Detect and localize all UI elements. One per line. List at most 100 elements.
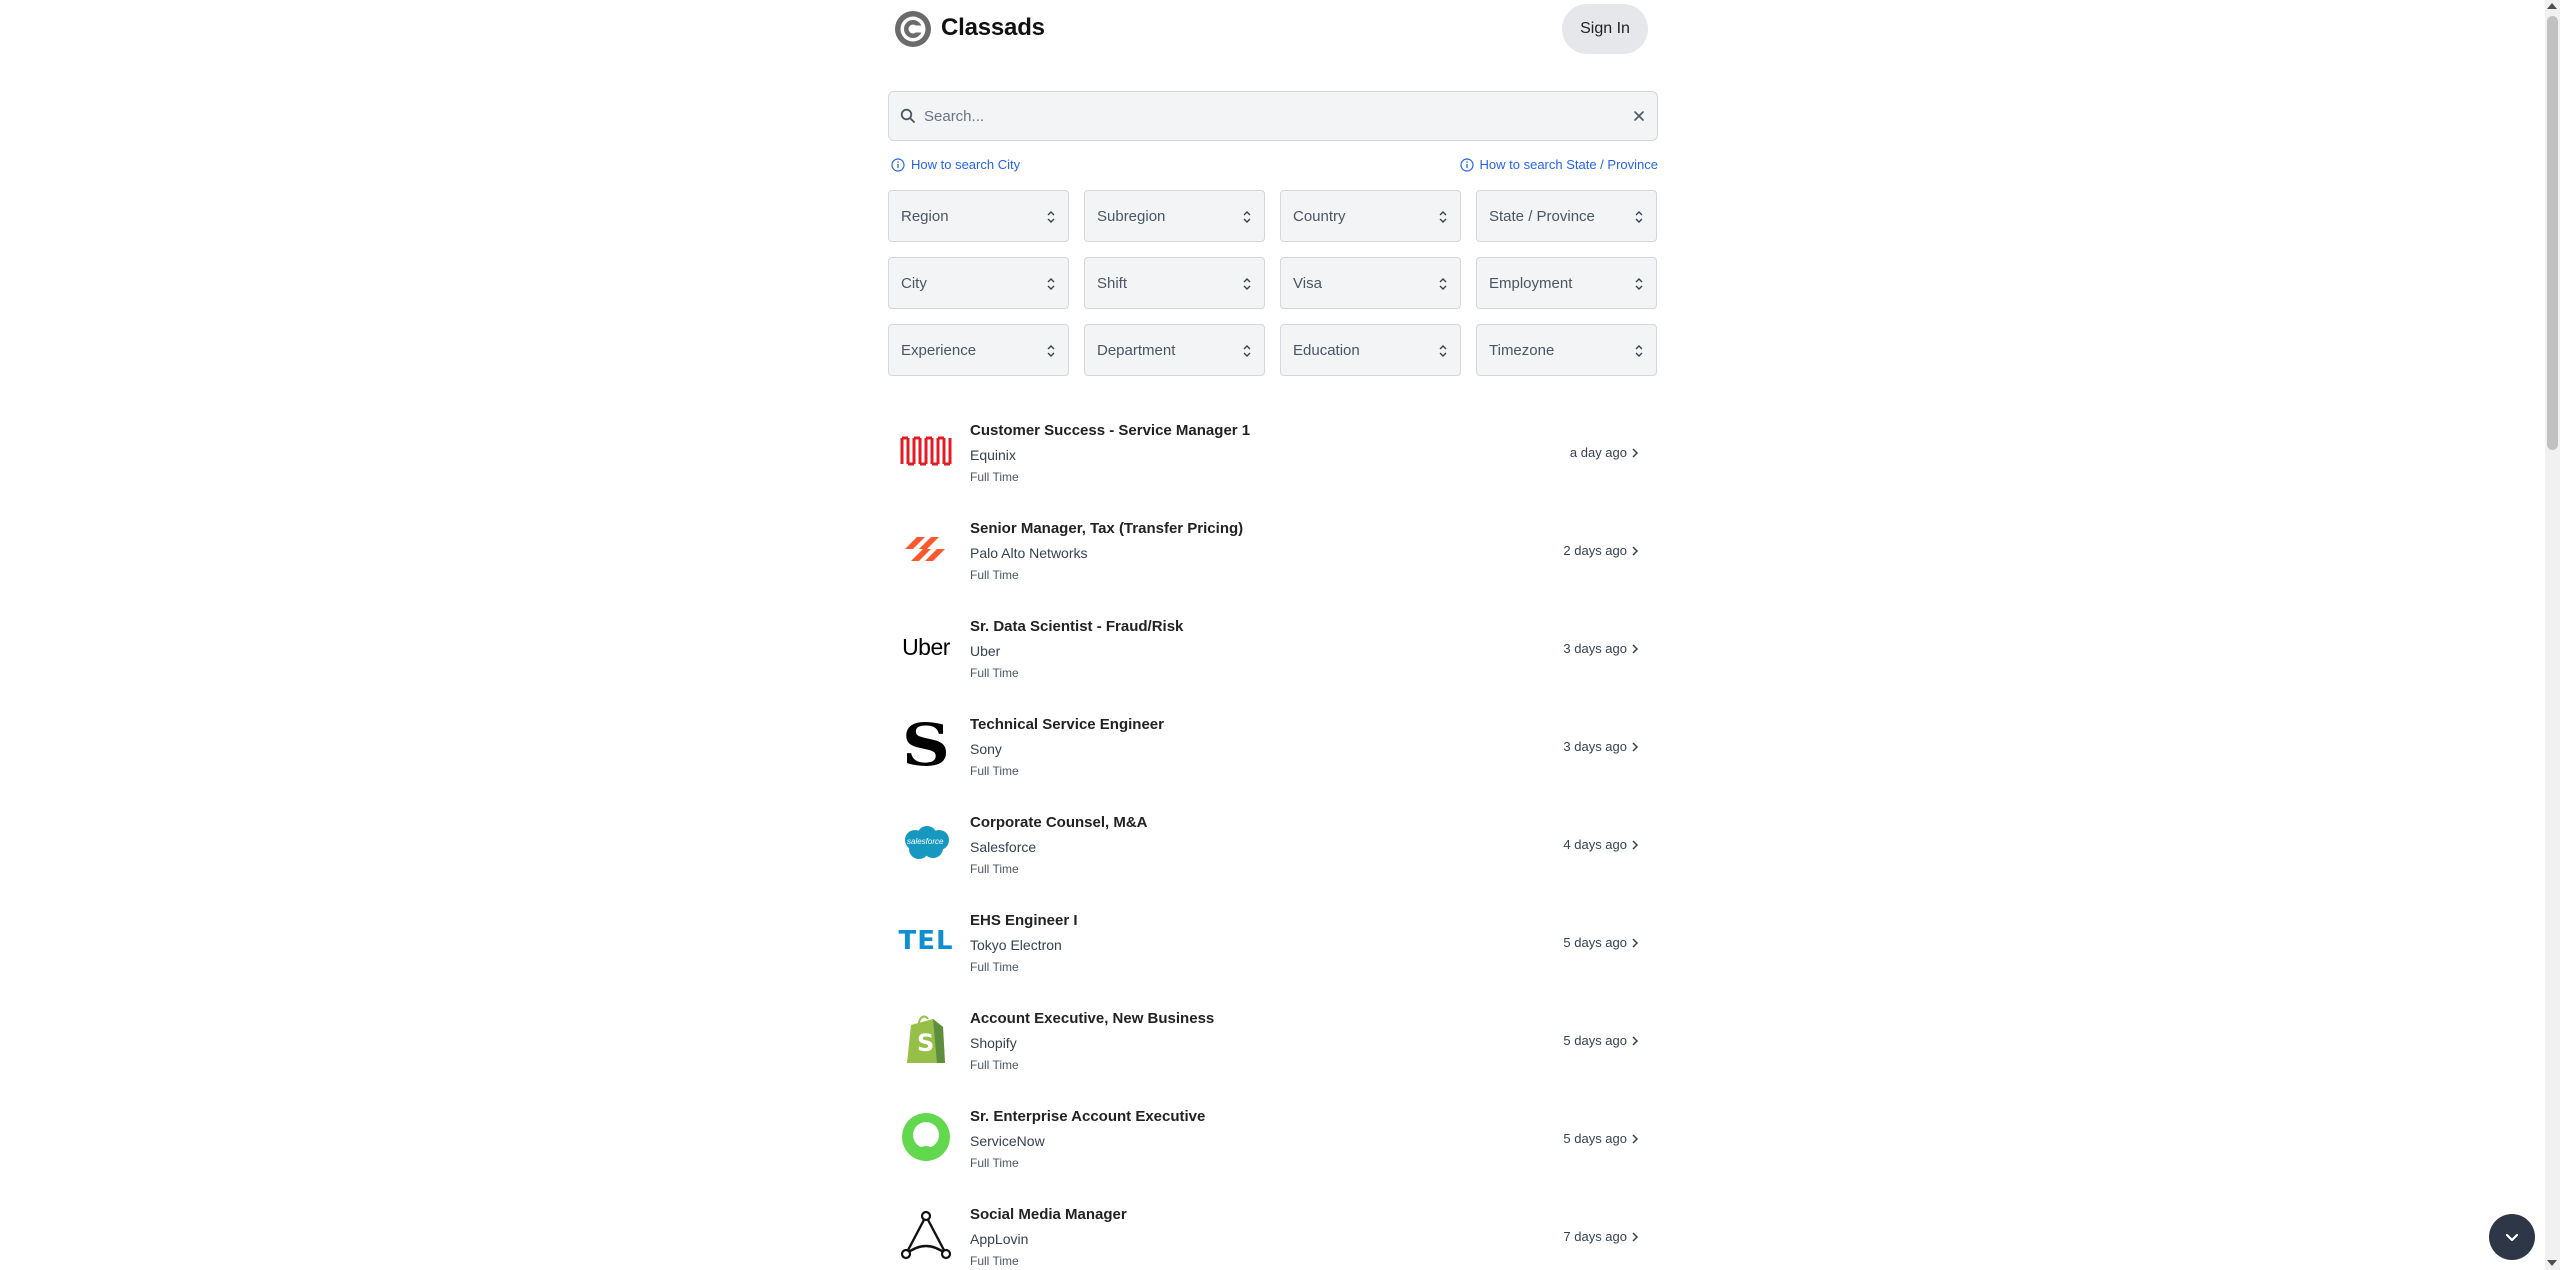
- filter-label: Employment: [1489, 275, 1573, 292]
- servicenow-logo-icon: [900, 1111, 952, 1163]
- filter-label: Education: [1293, 342, 1360, 359]
- filter-timezone[interactable]: Timezone: [1476, 324, 1657, 376]
- job-company: Shopify: [970, 1035, 1017, 1051]
- filter-state-province[interactable]: State / Province: [1476, 190, 1657, 242]
- scrollbar-thumb[interactable]: [2547, 16, 2558, 450]
- job-type: Full Time: [970, 1254, 1019, 1268]
- job-title[interactable]: Senior Manager, Tax (Transfer Pricing): [970, 520, 1243, 537]
- job-type: Full Time: [970, 862, 1019, 876]
- job-list: Customer Success - Service Manager 1 Equ…: [888, 405, 1658, 1270]
- filter-grid: Region Subregion Country State / Provinc…: [888, 190, 1658, 376]
- scroll-down-button[interactable]: [2489, 1214, 2535, 1260]
- shopify-logo-icon: S: [900, 1013, 952, 1065]
- job-title[interactable]: EHS Engineer I: [970, 912, 1078, 929]
- filter-employment[interactable]: Employment: [1476, 257, 1657, 309]
- chevron-up-down-icon: [1439, 278, 1447, 290]
- chevron-up-down-icon: [1243, 278, 1251, 290]
- info-icon: [891, 157, 905, 172]
- chevron-right-icon: [1632, 1134, 1639, 1144]
- page-scrollbar[interactable]: [2545, 0, 2560, 1270]
- job-posted-age: 5 days ago: [1563, 935, 1627, 950]
- filter-department[interactable]: Department: [1084, 324, 1265, 376]
- job-title[interactable]: Social Media Manager: [970, 1206, 1127, 1223]
- filter-label: City: [901, 275, 927, 292]
- chevron-up-down-icon: [1243, 211, 1251, 223]
- brand-name[interactable]: Classads: [941, 14, 1045, 42]
- filter-city[interactable]: City: [888, 257, 1069, 309]
- help-link-city-label[interactable]: How to search City: [911, 157, 1020, 172]
- filter-label: Country: [1293, 208, 1346, 225]
- job-row[interactable]: TEL EHS Engineer I Tokyo Electron Full T…: [888, 895, 1658, 993]
- page-container: Classads Sign In How to search City How …: [888, 0, 1658, 1268]
- job-company: Salesforce: [970, 839, 1037, 855]
- job-title[interactable]: Sr. Enterprise Account Executive: [970, 1108, 1205, 1125]
- search-icon: [900, 108, 915, 123]
- job-title[interactable]: Account Executive, New Business: [970, 1010, 1214, 1027]
- job-title[interactable]: Corporate Counsel, M&A: [970, 814, 1148, 831]
- job-type: Full Time: [970, 470, 1019, 484]
- job-type: Full Time: [970, 568, 1019, 582]
- job-row[interactable]: Sr. Enterprise Account Executive Service…: [888, 1091, 1658, 1189]
- job-posted-age: 5 days ago: [1563, 1033, 1627, 1048]
- filter-label: Department: [1097, 342, 1176, 359]
- help-link-state[interactable]: How to search State / Province: [1459, 157, 1658, 172]
- chevron-right-icon: [1632, 546, 1639, 556]
- job-type: Full Time: [970, 1156, 1019, 1170]
- chevron-up-down-icon: [1635, 211, 1643, 223]
- filter-label: Experience: [901, 342, 977, 359]
- chevron-right-icon: [1632, 840, 1639, 850]
- job-row[interactable]: Social Media Manager AppLovin Full Time …: [888, 1189, 1658, 1270]
- chevron-up-down-icon: [1439, 345, 1447, 357]
- job-row[interactable]: Uber Sr. Data Scientist - Fraud/Risk Ube…: [888, 601, 1658, 699]
- palo-alto-logo-icon: [900, 523, 952, 575]
- chevron-up-down-icon: [1047, 345, 1055, 357]
- search-input[interactable]: [924, 92, 1604, 140]
- scroll-up-arrow-icon[interactable]: [2547, 3, 2557, 9]
- chevron-up-down-icon: [1635, 278, 1643, 290]
- job-company: ServiceNow: [970, 1133, 1045, 1149]
- job-type: Full Time: [970, 666, 1019, 680]
- job-title[interactable]: Customer Success - Service Manager 1: [970, 422, 1250, 439]
- job-company: Sony: [970, 741, 1002, 757]
- chevron-up-down-icon: [1635, 345, 1643, 357]
- filter-country[interactable]: Country: [1280, 190, 1461, 242]
- job-row[interactable]: S Account Executive, New Business Shopif…: [888, 993, 1658, 1091]
- job-row[interactable]: Senior Manager, Tax (Transfer Pricing) P…: [888, 503, 1658, 601]
- search-bar[interactable]: [888, 91, 1658, 141]
- filter-shift[interactable]: Shift: [1084, 257, 1265, 309]
- uber-logo-icon: Uber: [902, 633, 950, 660]
- filter-label: Region: [901, 208, 949, 225]
- filter-label: Subregion: [1097, 208, 1166, 225]
- job-row[interactable]: salesforce Corporate Counsel, M&A Salesf…: [888, 797, 1658, 895]
- job-title[interactable]: Sr. Data Scientist - Fraud/Risk: [970, 618, 1183, 635]
- sign-in-button[interactable]: Sign In: [1562, 4, 1648, 54]
- chevron-up-down-icon: [1243, 345, 1251, 357]
- help-link-state-label[interactable]: How to search State / Province: [1480, 157, 1658, 172]
- info-icon: [1459, 157, 1474, 172]
- job-row[interactable]: S Technical Service Engineer Sony Full T…: [888, 699, 1658, 797]
- filter-label: Visa: [1293, 275, 1322, 292]
- job-row[interactable]: Customer Success - Service Manager 1 Equ…: [888, 405, 1658, 503]
- filter-visa[interactable]: Visa: [1280, 257, 1461, 309]
- job-company: Tokyo Electron: [970, 937, 1062, 953]
- equinix-logo-icon: [900, 425, 952, 477]
- classads-logo-icon[interactable]: [894, 10, 932, 48]
- job-type: Full Time: [970, 960, 1019, 974]
- filter-subregion[interactable]: Subregion: [1084, 190, 1265, 242]
- job-company: Palo Alto Networks: [970, 545, 1088, 561]
- job-company: AppLovin: [970, 1231, 1029, 1247]
- help-link-city[interactable]: How to search City: [891, 157, 1020, 172]
- chevron-right-icon: [1632, 644, 1639, 654]
- filter-label: State / Province: [1489, 208, 1595, 225]
- job-posted-age: 4 days ago: [1563, 837, 1627, 852]
- job-title[interactable]: Technical Service Engineer: [970, 716, 1164, 733]
- filter-experience[interactable]: Experience: [888, 324, 1069, 376]
- filter-region[interactable]: Region: [888, 190, 1069, 242]
- scroll-down-arrow-icon[interactable]: [2547, 1260, 2557, 1266]
- filter-education[interactable]: Education: [1280, 324, 1461, 376]
- job-posted-age: a day ago: [1569, 445, 1627, 460]
- chevron-up-down-icon: [1047, 211, 1055, 223]
- filter-label: Timezone: [1489, 342, 1555, 359]
- job-posted-age: 2 days ago: [1563, 543, 1627, 558]
- clear-search-icon[interactable]: [1631, 108, 1647, 124]
